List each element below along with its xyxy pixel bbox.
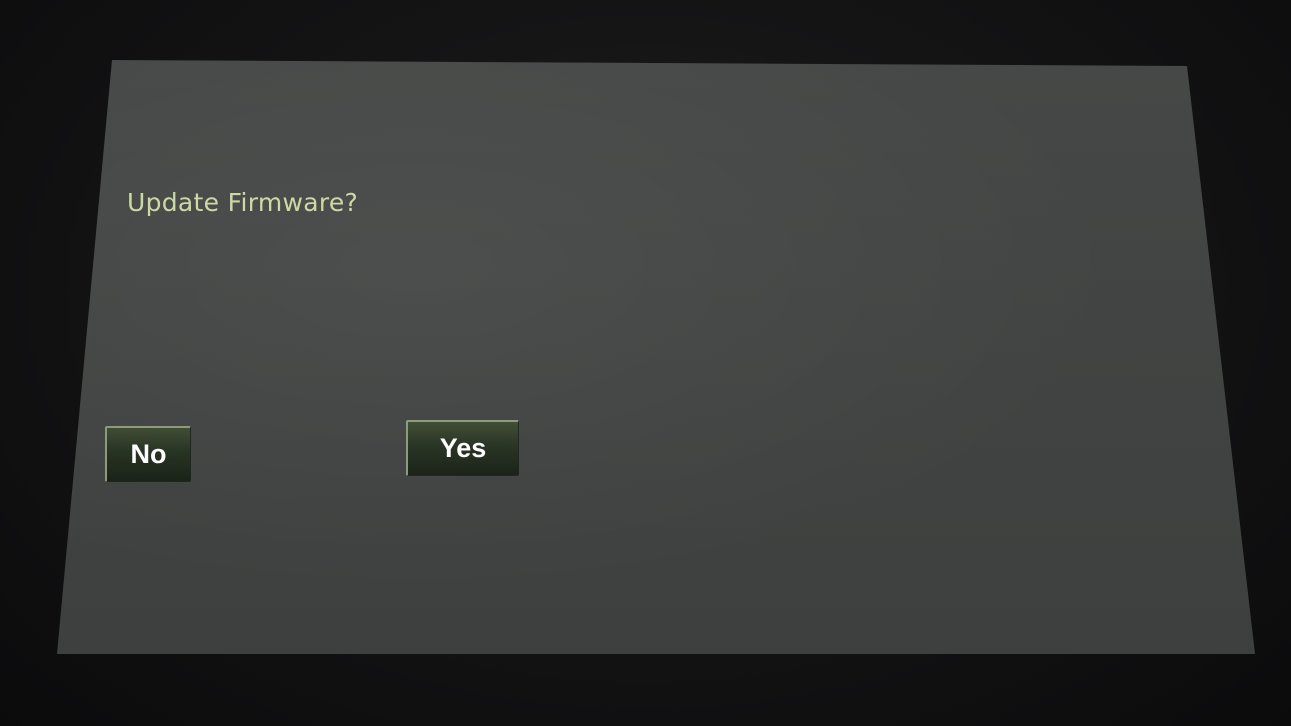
yes-button[interactable]: Yes	[406, 420, 519, 476]
device-bezel: Update Firmware? No Yes	[0, 0, 1291, 726]
device-screen: Update Firmware? No Yes	[57, 60, 1255, 654]
dialog-title: Update Firmware?	[127, 188, 359, 217]
no-button[interactable]: No	[105, 426, 191, 482]
